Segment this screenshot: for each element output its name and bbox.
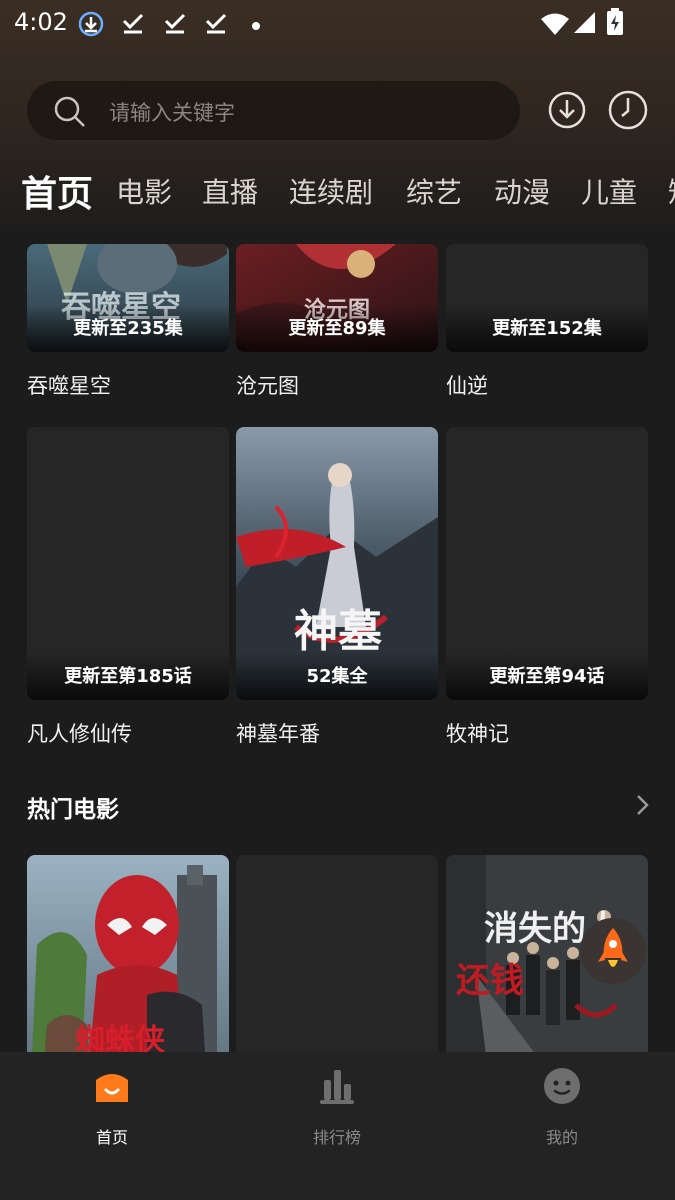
episode-badge: 更新至第185话 xyxy=(27,652,229,700)
clock-icon xyxy=(606,90,650,136)
rocket-icon xyxy=(580,928,646,988)
tab-variety[interactable]: 综艺 xyxy=(406,171,462,211)
search-input[interactable]: 请输入关键字 xyxy=(27,81,520,140)
nav-profile[interactable]: 我的 xyxy=(502,1066,622,1147)
download-done-icon xyxy=(120,10,146,40)
video-title: 沧元图 xyxy=(236,374,299,398)
battery-charging-icon xyxy=(606,8,624,40)
video-card[interactable]: 更新至第185话 凡人修仙传 xyxy=(27,427,229,757)
video-card[interactable]: 沧元图 更新至89集 沧元图 xyxy=(236,244,438,404)
poster-title-art: 神墓 xyxy=(294,606,382,657)
poster-title-art: 还钱 xyxy=(456,961,524,1001)
home-feed: 吞噬星空 更新至235集 吞噬星空 沧元图 更新至89集 沧元图 更新至152集… xyxy=(0,244,675,1052)
section-more-button[interactable] xyxy=(630,793,654,817)
category-tabs: 首页 电影 直播 连续剧 综艺 动漫 儿童 短 xyxy=(0,165,675,225)
nav-home[interactable]: 首页 xyxy=(52,1066,172,1147)
search-placeholder: 请输入关键字 xyxy=(109,101,235,125)
video-card[interactable]: 更新至152集 仙逆 xyxy=(446,244,648,404)
video-poster-placeholder: 更新至152集 xyxy=(446,244,648,352)
tab-movies[interactable]: 电影 xyxy=(116,171,172,211)
download-button[interactable] xyxy=(545,88,589,132)
episode-badge: 更新至152集 xyxy=(446,304,648,352)
tab-short[interactable]: 短 xyxy=(668,171,675,211)
download-done-icon xyxy=(162,10,188,40)
video-title: 仙逆 xyxy=(446,374,488,398)
poster-title-art: 蜘蛛侠 xyxy=(75,1023,165,1052)
video-poster-placeholder: 更新至第94话 xyxy=(446,427,648,700)
episode-badge: 52集全 xyxy=(236,652,438,700)
episode-badge: 更新至第94话 xyxy=(446,652,648,700)
tab-anime[interactable]: 动漫 xyxy=(494,171,550,211)
more-notifications-dot-icon xyxy=(251,16,261,35)
video-poster: 沧元图 更新至89集 xyxy=(236,244,438,352)
search-icon xyxy=(53,95,87,133)
episode-badge: 更新至235集 xyxy=(27,304,229,352)
video-title: 凡人修仙传 xyxy=(27,722,132,746)
chevron-right-icon xyxy=(630,795,654,821)
movie-poster: 蜘蛛侠 xyxy=(27,855,229,1052)
nav-profile-label: 我的 xyxy=(545,1128,578,1147)
video-poster-placeholder: 更新至第185话 xyxy=(27,427,229,700)
status-time: 4:02 xyxy=(14,8,68,36)
video-card[interactable]: 更新至第94话 牧神记 xyxy=(446,427,648,757)
video-card[interactable]: 吞噬星空 更新至235集 吞噬星空 xyxy=(27,244,229,404)
nav-ranking[interactable]: 排行榜 xyxy=(277,1066,397,1147)
cell-signal-icon xyxy=(572,10,596,38)
nav-home-label: 首页 xyxy=(95,1128,128,1147)
movie-card[interactable]: 蜘蛛侠 xyxy=(27,855,229,1052)
download-progress-icon xyxy=(77,10,105,42)
video-title: 吞噬星空 xyxy=(27,374,111,398)
tab-home[interactable]: 首页 xyxy=(21,165,93,217)
video-title: 神墓年番 xyxy=(236,722,320,746)
section-title-hot-movies: 热门电影 xyxy=(27,797,119,823)
movie-poster-placeholder xyxy=(236,855,438,1052)
status-bar: 4:02 xyxy=(0,0,675,46)
download-done-icon xyxy=(203,10,229,40)
video-poster: 神墓 52集全 xyxy=(236,427,438,700)
bottom-navigation: 首页 排行榜 我的 xyxy=(0,1052,675,1200)
episode-badge: 更新至89集 xyxy=(236,304,438,352)
video-card[interactable]: 神墓 52集全 神墓年番 xyxy=(236,427,438,757)
tab-series[interactable]: 连续剧 xyxy=(289,171,373,211)
history-button[interactable] xyxy=(606,88,650,132)
wifi-icon xyxy=(540,12,570,40)
movie-card[interactable] xyxy=(236,855,438,1052)
tab-live[interactable]: 直播 xyxy=(202,171,258,211)
scroll-to-top-button[interactable] xyxy=(580,918,646,984)
video-poster: 吞噬星空 更新至235集 xyxy=(27,244,229,352)
nav-ranking-label: 排行榜 xyxy=(312,1128,361,1147)
tab-kids[interactable]: 儿童 xyxy=(581,171,637,211)
video-title: 牧神记 xyxy=(446,722,509,746)
download-icon xyxy=(545,91,589,136)
